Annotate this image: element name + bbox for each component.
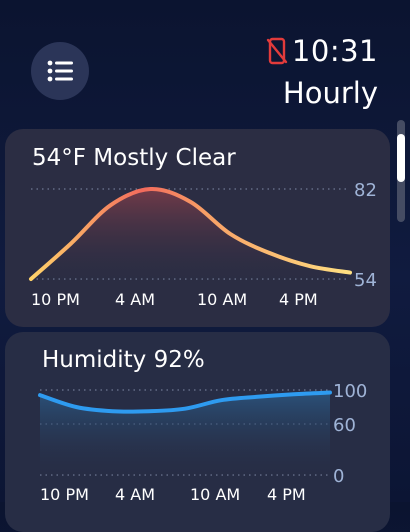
x-tick-label: 10 PM: [31, 290, 80, 309]
series-area: [40, 392, 330, 475]
y-tick-label: 100: [333, 381, 367, 402]
y-tick-label: 0: [333, 466, 344, 487]
x-tick-label: 4 PM: [279, 290, 318, 309]
temperature-card[interactable]: 54°F Mostly Clear 82 54 10 PM 4 AM 10 AM 4 PM: [5, 129, 390, 327]
x-tick-label: 4 AM: [115, 485, 155, 504]
humidity-card[interactable]: Humidity 92% 100 60 0 10 PM 4 AM 10 AM 4 PM: [5, 332, 390, 532]
list-icon: [47, 60, 73, 82]
x-tick-label: 4 PM: [267, 485, 306, 504]
x-tick-label: 10 AM: [190, 485, 240, 504]
x-tick-label: 10 PM: [40, 485, 89, 504]
scrollbar[interactable]: [397, 120, 405, 222]
x-tick-label: 4 AM: [115, 290, 155, 309]
y-tick-label: 82: [354, 180, 377, 201]
clock-time: 10:31: [291, 34, 378, 68]
temperature-chart: 82 54 10 PM 4 AM 10 AM 4 PM: [29, 180, 377, 309]
humidity-chart: 100 60 0 10 PM 4 AM 10 AM 4 PM: [38, 381, 367, 504]
menu-button[interactable]: [31, 42, 89, 100]
x-tick-label: 10 AM: [197, 290, 247, 309]
page-title: Hourly: [282, 76, 378, 110]
scrollbar-thumb[interactable]: [397, 134, 405, 182]
y-tick-label: 54: [354, 270, 377, 291]
status-bar: 10:31: [266, 34, 378, 68]
phone-disconnected-icon: [266, 37, 288, 65]
y-tick-label: 60: [333, 415, 356, 436]
